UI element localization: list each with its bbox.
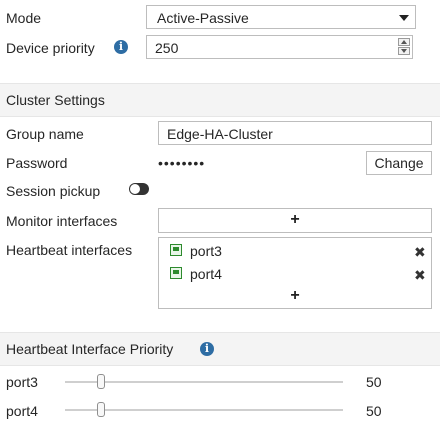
priority-slider[interactable] (65, 402, 343, 417)
monitor-interfaces-field[interactable]: + (158, 208, 432, 233)
heartbeat-interfaces-label: Heartbeat interfaces (6, 242, 133, 258)
plus-icon[interactable]: + (288, 212, 302, 228)
priority-value: 50 (366, 374, 382, 390)
info-icon[interactable]: i (114, 40, 128, 54)
slider-thumb[interactable] (97, 402, 105, 417)
group-name-label: Group name (6, 126, 84, 142)
ha-settings-page: Mode Active-Passive Device priority i 25… (0, 0, 440, 440)
close-icon[interactable]: ✖ (414, 245, 426, 259)
heartbeat-interface-name: port3 (190, 243, 222, 259)
priority-port-label: port3 (6, 374, 38, 390)
mode-label: Mode (6, 10, 42, 26)
chevron-down-icon (399, 15, 409, 21)
info-icon[interactable]: i (200, 342, 214, 356)
change-password-button[interactable]: Change (366, 151, 432, 175)
heartbeat-priority-title: Heartbeat Interface Priority (6, 341, 174, 357)
password-masked-value: •••••••• (158, 155, 206, 171)
cluster-settings-header: Cluster Settings (0, 83, 440, 117)
device-priority-input[interactable]: 250 (146, 35, 413, 59)
close-icon[interactable]: ✖ (414, 268, 426, 282)
priority-slider[interactable] (65, 374, 343, 389)
device-priority-label: Device priority (6, 40, 95, 56)
password-label: Password (6, 155, 68, 171)
interface-port-icon (170, 244, 182, 256)
mode-select-value: Active-Passive (157, 10, 249, 26)
spin-up-icon[interactable] (398, 38, 410, 46)
cluster-settings-title: Cluster Settings (6, 92, 105, 108)
plus-icon[interactable]: + (288, 288, 302, 304)
priority-value: 50 (366, 403, 382, 419)
device-priority-value: 250 (155, 40, 179, 56)
monitor-interfaces-label: Monitor interfaces (6, 213, 118, 229)
toggle-knob (130, 184, 140, 194)
number-spinner[interactable] (398, 38, 410, 56)
heartbeat-interface-name: port4 (190, 266, 222, 282)
slider-thumb[interactable] (97, 374, 105, 389)
spin-down-icon[interactable] (398, 47, 410, 55)
session-pickup-toggle[interactable] (129, 183, 149, 195)
session-pickup-label: Session pickup (6, 183, 101, 199)
heartbeat-interfaces-field[interactable]: port3 ✖ port4 ✖ + (158, 237, 432, 309)
heartbeat-priority-header: Heartbeat Interface Priority (0, 332, 440, 366)
mode-select[interactable]: Active-Passive (146, 5, 416, 29)
priority-port-label: port4 (6, 403, 38, 419)
interface-port-icon (170, 267, 182, 279)
group-name-input[interactable]: Edge-HA-Cluster (158, 121, 432, 145)
group-name-value: Edge-HA-Cluster (167, 126, 273, 142)
